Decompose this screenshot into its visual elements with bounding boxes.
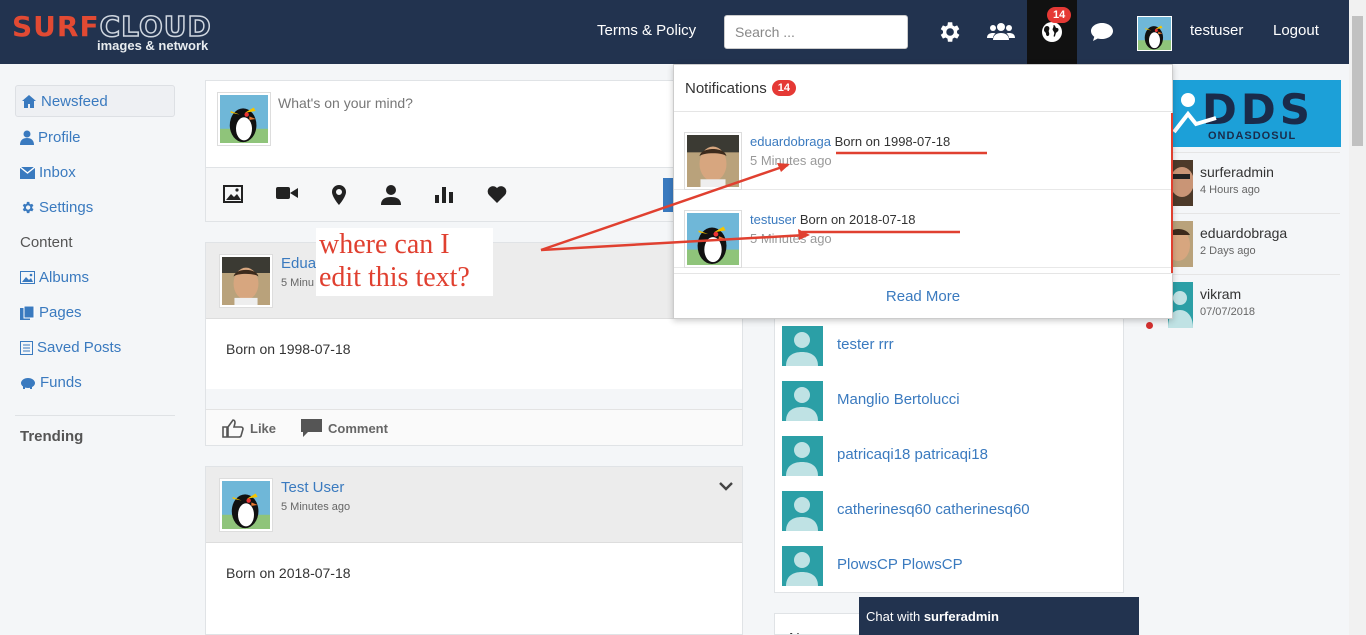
arrow-head (798, 229, 810, 240)
page-scrollbar[interactable] (1349, 0, 1366, 635)
scrollbar-thumb[interactable] (1352, 16, 1363, 146)
annotation-arrows (540, 151, 987, 252)
